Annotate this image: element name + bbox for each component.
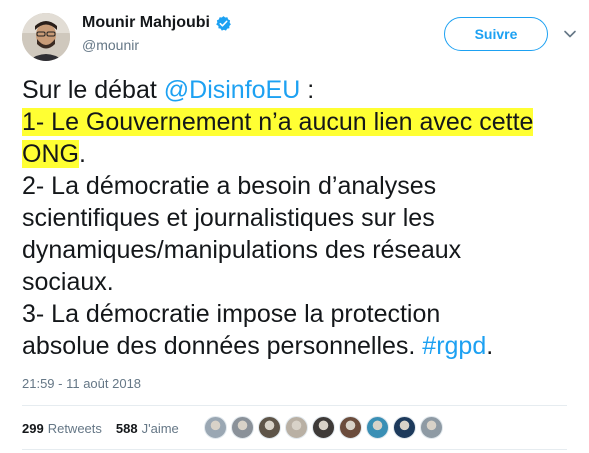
liker-avatar[interactable] xyxy=(366,416,389,439)
follow-button[interactable]: Suivre xyxy=(444,17,548,51)
mention-link[interactable]: @DisinfoEU xyxy=(164,76,301,104)
verified-badge-icon xyxy=(216,15,231,31)
retweets-count: 299 xyxy=(22,421,44,436)
likers-avatars xyxy=(204,416,443,439)
user-name-row[interactable]: Mounir Mahjoubi xyxy=(82,14,232,32)
retweets-stat[interactable]: 299 Retweets xyxy=(22,421,102,436)
liker-avatar[interactable] xyxy=(285,416,308,439)
user-handle[interactable]: @mounir xyxy=(82,37,139,53)
tweet-text-segment: absolue des données personnelles. xyxy=(22,332,423,360)
tweet-text-segment: . xyxy=(486,332,494,360)
highlighted-text: ONG xyxy=(22,140,79,168)
tweet-line-6: dynamiques/manipulations des réseaux xyxy=(22,236,462,264)
likes-count: 588 xyxy=(115,421,138,436)
likes-stat[interactable]: 588 J'aime xyxy=(116,421,179,436)
tweet-text-segment: Sur le débat xyxy=(22,76,164,104)
highlighted-text: 1- Le Gouvernement n’a aucun lien avec c… xyxy=(22,108,534,136)
liker-avatar[interactable] xyxy=(312,416,335,439)
avatar[interactable] xyxy=(22,13,70,61)
tweet-line-7: sociaux. xyxy=(22,268,114,296)
tweet-line-2: 1- Le Gouvernement n’a aucun lien avec c… xyxy=(22,106,582,138)
retweets-label: Retweets xyxy=(47,421,102,436)
likes-label: J'aime xyxy=(141,421,179,436)
liker-avatar[interactable] xyxy=(420,416,443,439)
liker-avatar[interactable] xyxy=(393,416,416,439)
liker-avatar[interactable] xyxy=(231,416,254,439)
tweet-stats: 299 Retweets 588 J'aime xyxy=(22,421,179,436)
tweet-line-9: absolue des données personnelles. #rgpd. xyxy=(22,330,582,362)
tweet-text-segment: . xyxy=(78,140,86,168)
divider xyxy=(22,405,567,406)
tweet-timestamp[interactable]: 21:59 - 11 août 2018 xyxy=(22,376,141,391)
divider xyxy=(22,449,567,450)
liker-avatar[interactable] xyxy=(204,416,227,439)
tweet-line-5: scientifiques et journalistiques sur les xyxy=(22,204,435,232)
tweet-line-8: 3- La démocratie impose la protection xyxy=(22,300,441,328)
tweet-text-segment: : xyxy=(300,76,315,104)
user-name[interactable]: Mounir Mahjoubi xyxy=(82,14,210,32)
tweet-line-4: 2- La démocratie a besoin d’analyses xyxy=(22,172,437,200)
chevron-down-icon[interactable] xyxy=(563,27,577,41)
tweet-text: Sur le débat @DisinfoEU : 1- Le Gouverne… xyxy=(22,74,582,362)
tweet-line-1: Sur le débat @DisinfoEU : xyxy=(22,74,582,106)
avatar-photo xyxy=(22,13,70,61)
liker-avatar[interactable] xyxy=(258,416,281,439)
liker-avatar[interactable] xyxy=(339,416,362,439)
tweet-line-3: ONG. xyxy=(22,138,582,170)
hashtag-link[interactable]: #rgpd xyxy=(422,332,486,360)
